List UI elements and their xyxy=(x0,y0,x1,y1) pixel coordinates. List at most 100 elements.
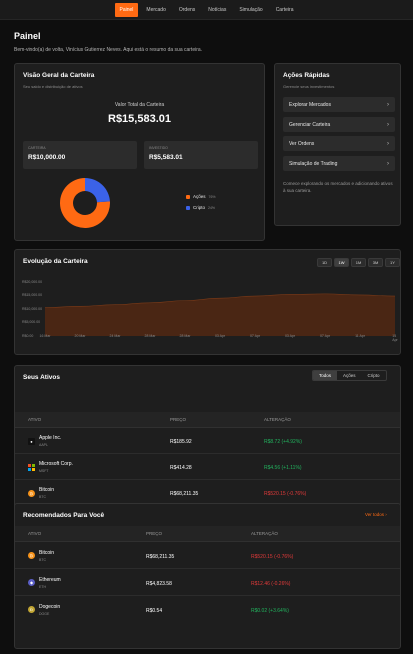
asset-name: Bitcoin xyxy=(39,487,55,493)
legend-crypto: Cripto 24% xyxy=(186,205,215,210)
explore-markets-label: Explorar Mercados xyxy=(289,101,331,108)
legend-crypto-pct: 24% xyxy=(208,205,216,210)
x-tick-label: 16 Mar xyxy=(39,334,51,338)
explore-markets-button[interactable]: Explorar Mercados › xyxy=(283,97,395,112)
chevron-right-icon: › xyxy=(387,101,389,108)
table-row[interactable]: Ð Dogecoin DOGE R$0.54 R$0.02 (+3.64%) xyxy=(15,597,400,623)
view-orders-label: Ver Ordens xyxy=(289,140,315,147)
nav-carteira[interactable]: Carteira xyxy=(271,3,299,17)
asset-name: Bitcoin xyxy=(39,550,55,556)
asset-symbol: BTC xyxy=(39,495,46,499)
asset-symbol: BTC xyxy=(39,558,46,562)
overview-subtitle: Seu saldo e distribuição de ativos xyxy=(23,84,83,89)
cash-stat: CARTEIRA R$10,000.00 xyxy=(23,141,137,169)
nav-noticias[interactable]: Notícias xyxy=(203,3,231,17)
nav-mercado[interactable]: Mercado xyxy=(141,3,170,17)
overview-title: Visão Geral da Carteira xyxy=(23,72,95,79)
manage-wallet-button[interactable]: Gerenciar Carteira › xyxy=(283,117,395,132)
ethereum-icon: ◆ xyxy=(28,579,35,586)
x-tick-label: 28 Mar xyxy=(179,334,191,338)
portfolio-evolution-card: Evolução da Carteira 1D 1W 1M 3M 1Y R$20… xyxy=(14,249,401,355)
cash-label: CARTEIRA xyxy=(28,146,46,150)
dogecoin-icon: Ð xyxy=(28,606,35,613)
table-row[interactable]: Microsoft Corp. MSFT R$414.28 R$4.56 (+1… xyxy=(15,455,400,480)
col-change: ALTERAÇÃO xyxy=(251,531,278,536)
asset-change: R$520.15 (-0.76%) xyxy=(251,554,294,560)
asset-symbol: MSFT xyxy=(39,469,49,473)
asset-symbol: DOGE xyxy=(39,612,50,616)
portfolio-overview-card: Visão Geral da Carteira Seu saldo e dist… xyxy=(14,63,265,241)
dashboard-page: Painel Bem-vindo(a) de volta, Vinícius G… xyxy=(0,20,413,654)
total-value: R$15,583.01 xyxy=(108,113,171,125)
table-row[interactable]: ◆ Ethereum ETH R$4,823.58 R$12.46 (-0.26… xyxy=(15,570,400,596)
asset-symbol: ETH xyxy=(39,585,46,589)
table-row[interactable]: ● Apple Inc. AAPL R$185.92 R$8.72 (+4.92… xyxy=(15,429,400,454)
asset-change: R$12.46 (-0.26%) xyxy=(251,581,291,587)
manage-wallet-label: Gerenciar Carteira xyxy=(289,121,331,128)
view-orders-button[interactable]: Ver Ordens › xyxy=(283,136,395,151)
asset-change: R$0.02 (+3.64%) xyxy=(251,608,289,614)
asset-change: R$8.72 (+4.92%) xyxy=(264,439,302,445)
legend-crypto-label: Cripto xyxy=(193,205,206,210)
chevron-right-icon: › xyxy=(385,512,387,517)
filter-crypto-tab[interactable]: Cripto xyxy=(362,371,386,380)
microsoft-icon xyxy=(28,464,35,471)
bitcoin-icon: ₿ xyxy=(28,552,35,559)
quick-actions-note: Comece explorando os mercados e adiciona… xyxy=(283,181,393,194)
page-title: Painel xyxy=(14,31,41,41)
asset-price: R$68,211.35 xyxy=(146,554,175,560)
legend-stocks: Ações 76% xyxy=(186,194,216,199)
asset-name: Apple Inc. xyxy=(39,435,62,441)
nav-simulacao[interactable]: Simulação xyxy=(234,3,267,17)
legend-crypto-swatch xyxy=(186,205,190,210)
cash-value: R$10,000.00 xyxy=(28,154,66,161)
my-assets-card: Seus Ativos Todos Ações Cripto ATIVO PRE… xyxy=(14,365,401,513)
x-tick-label: 03 Apr xyxy=(214,334,226,338)
see-all-link[interactable]: Ver todos › xyxy=(365,512,387,517)
asset-change: R$520.15 (-0.76%) xyxy=(264,491,307,497)
asset-price: R$4,823.58 xyxy=(146,581,172,587)
chevron-right-icon: › xyxy=(387,121,389,128)
assets-title: Seus Ativos xyxy=(23,374,60,381)
table-row[interactable]: ₿ Bitcoin BTC R$68,211.35 R$520.15 (-0.7… xyxy=(15,543,400,569)
total-value-label: Valor Total da Carteira xyxy=(114,102,165,108)
trading-simulation-label: Simulação de Trading xyxy=(289,160,338,167)
asset-name: Microsoft Corp. xyxy=(39,461,73,467)
filter-all-tab[interactable]: Todos xyxy=(313,371,338,380)
x-tick-label: 07 Apr xyxy=(249,334,261,338)
asset-name: Dogecoin xyxy=(39,604,61,610)
filter-stocks-tab[interactable]: Ações xyxy=(337,371,362,380)
chevron-right-icon: › xyxy=(387,160,389,167)
nav-painel[interactable]: Painel xyxy=(114,2,139,17)
asset-price: R$68,211.35 xyxy=(170,491,199,497)
col-asset: ATIVO xyxy=(28,417,42,422)
x-tick-label: 03 Apr xyxy=(284,334,296,338)
recommended-title: Recomendados Para Você xyxy=(23,512,105,519)
top-navigation: Painel Mercado Ordens Notícias Simulação… xyxy=(0,0,413,20)
allocation-donut-chart xyxy=(60,178,110,228)
evolution-area-chart xyxy=(44,293,396,336)
x-tick-label: 20 Mar xyxy=(74,334,86,338)
invested-label: INVESTIDO xyxy=(149,146,168,150)
asset-price: R$414.28 xyxy=(170,465,192,471)
nav-ordens[interactable]: Ordens xyxy=(174,3,200,17)
x-tick-label: 07 Apr xyxy=(319,334,331,338)
apple-icon: ● xyxy=(28,438,35,445)
see-all-label: Ver todos xyxy=(365,512,385,517)
asset-price: R$185.92 xyxy=(170,439,192,445)
invested-stat: INVESTIDO R$5,583.01 xyxy=(144,141,258,169)
trading-simulation-button[interactable]: Simulação de Trading › xyxy=(283,156,395,171)
bitcoin-icon: ₿ xyxy=(28,490,35,497)
chevron-right-icon: › xyxy=(387,140,389,147)
x-tick-label: 11 Apr xyxy=(355,334,365,338)
asset-symbol: AAPL xyxy=(39,443,48,447)
quick-actions-card: Ações Rápidas Gerencie seus investimento… xyxy=(274,63,401,226)
recommended-table-header: ATIVO PREÇO ALTERAÇÃO xyxy=(15,526,400,542)
asset-price: R$0.54 xyxy=(146,608,163,614)
quick-actions-subtitle: Gerencie seus investimentos xyxy=(283,84,335,89)
col-asset: ATIVO xyxy=(28,531,42,536)
legend-stocks-swatch xyxy=(186,194,190,199)
invested-value: R$5,583.01 xyxy=(149,154,183,161)
assets-table-header: ATIVO PREÇO ALTERAÇÃO xyxy=(15,412,400,428)
assets-filter: Todos Ações Cripto xyxy=(312,370,387,381)
